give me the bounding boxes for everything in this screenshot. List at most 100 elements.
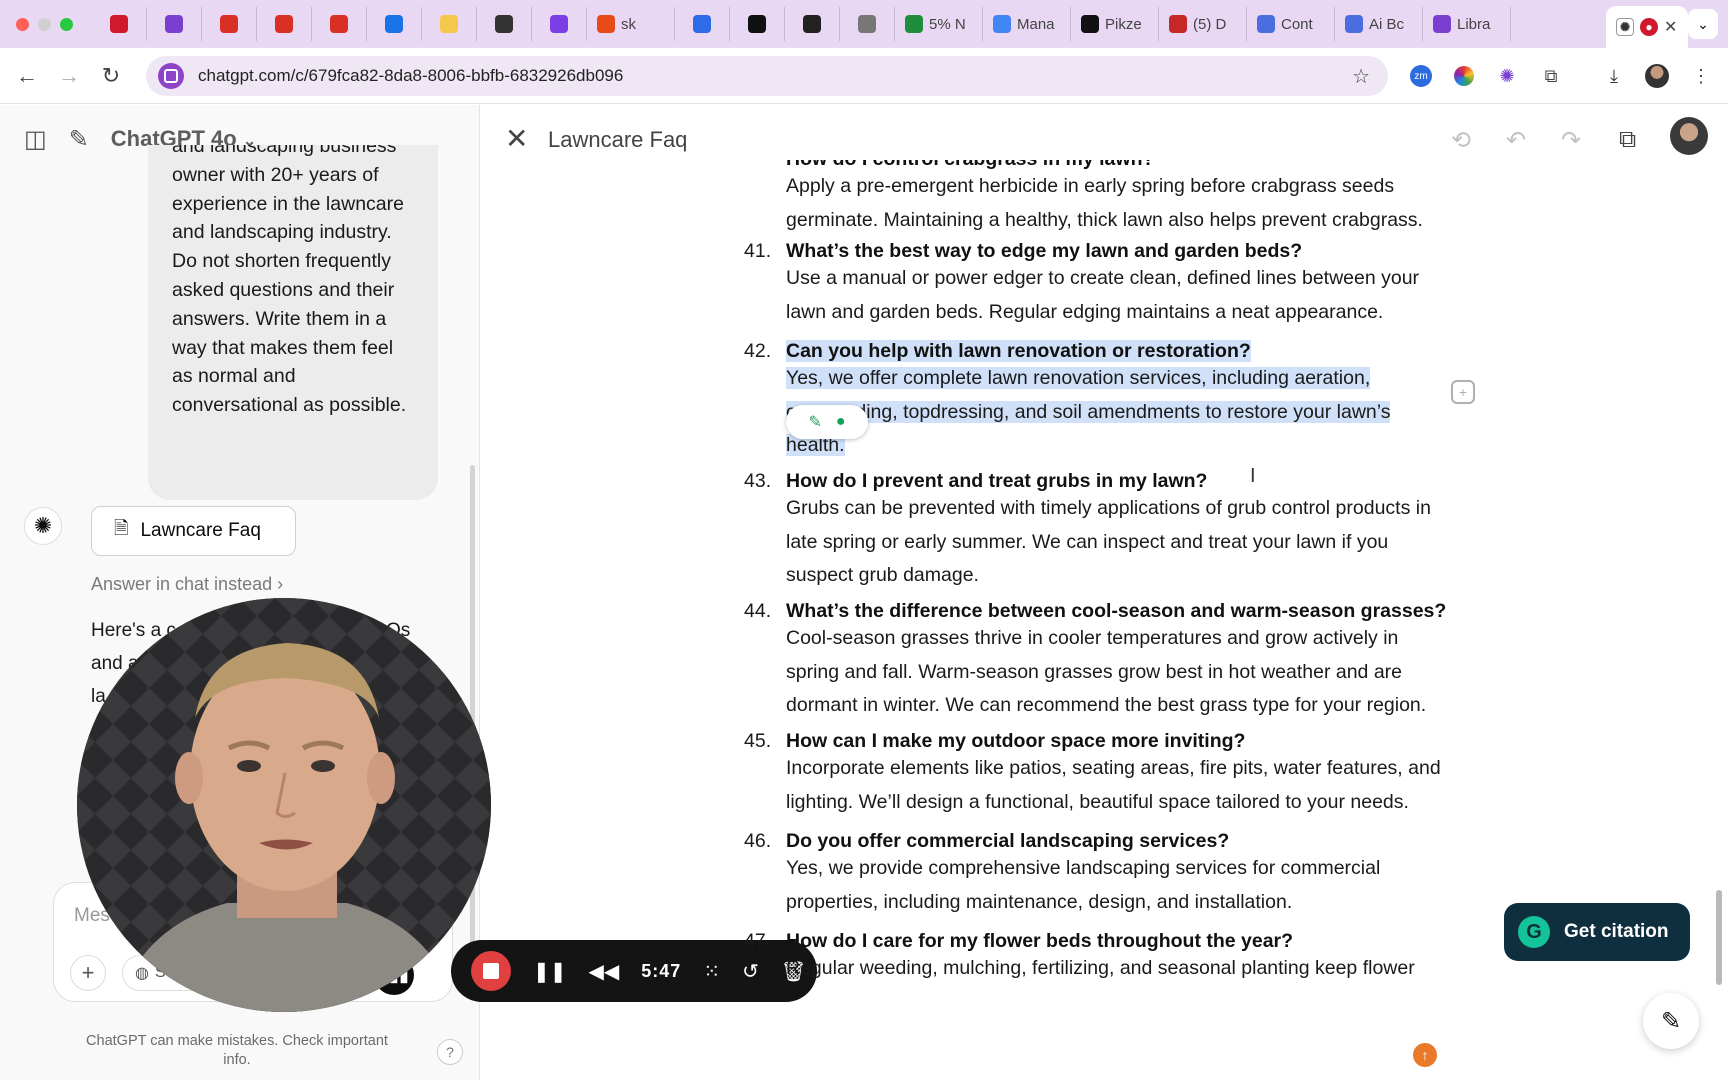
- browser-tab[interactable]: Libra: [1423, 7, 1511, 41]
- browser-tab[interactable]: [675, 7, 730, 41]
- message-line: and landscaping industry.: [172, 221, 392, 244]
- zoom-window-button[interactable]: [60, 17, 73, 31]
- close-window-button[interactable]: [16, 17, 29, 31]
- zoom-extension-icon[interactable]: zm: [1407, 62, 1435, 90]
- s-app-icon: [550, 15, 568, 33]
- active-tab-chatgpt[interactable]: ✺ ● ✕: [1606, 6, 1688, 48]
- gmail-icon: [220, 15, 238, 33]
- get-citation-label: Get citation: [1564, 921, 1669, 942]
- profile-avatar[interactable]: [1643, 62, 1671, 90]
- chevron-down-icon: ⌄: [1697, 15, 1709, 32]
- answer-line-text: Incorporate elements like patios, seatin…: [786, 757, 1441, 779]
- browser-tab[interactable]: [477, 7, 532, 41]
- answer-in-chat-link[interactable]: Answer in chat instead ›: [91, 574, 283, 595]
- tab-title: sk: [621, 15, 636, 33]
- attach-plus-button[interactable]: +: [70, 955, 106, 991]
- new-chat-icon[interactable]: ✎: [69, 125, 89, 154]
- browser-menu-icon[interactable]: ⋮: [1687, 62, 1715, 90]
- answer-line: suspect grub damage.: [786, 559, 1476, 593]
- color-picker-extension-icon[interactable]: [1450, 62, 1478, 90]
- faq-answer: Apply a pre-emergent herbicide in early …: [786, 170, 1476, 237]
- reload-button[interactable]: ↻: [90, 63, 132, 89]
- forward-button[interactable]: →: [48, 63, 90, 89]
- message-line: as normal and: [172, 365, 296, 388]
- browser-tab[interactable]: [840, 7, 895, 41]
- copy-icon: ⧉: [1619, 126, 1637, 153]
- browser-tab[interactable]: (5) D: [1159, 7, 1247, 41]
- faq-question: Can you help with lawn renovation or res…: [786, 340, 1251, 363]
- tab-search-button[interactable]: ⌄: [1688, 9, 1718, 39]
- edit-suggestions-button[interactable]: ✎: [1643, 993, 1699, 1049]
- copy-button[interactable]: ⧉: [1619, 126, 1636, 154]
- browser-tab[interactable]: [312, 7, 367, 41]
- asterisk-icon: [165, 15, 183, 33]
- browser-tab[interactable]: sk: [587, 7, 675, 41]
- lightbulb-icon[interactable]: ●: [836, 413, 846, 431]
- close-tab-icon[interactable]: ✕: [1664, 17, 1677, 37]
- arrow-right-icon: →: [58, 62, 80, 88]
- answer-line: properties, including maintenance, desig…: [786, 886, 1476, 920]
- answer-line: late spring or early summer. We can insp…: [786, 526, 1476, 560]
- google-icon: [993, 15, 1011, 33]
- sidebar-toggle-icon[interactable]: ◫: [24, 125, 47, 154]
- bookmark-star-icon[interactable]: ☆: [1352, 64, 1370, 89]
- download-icon[interactable]: ⤓: [1600, 62, 1628, 90]
- faq-answer: Yes, we offer complete lawn renovation s…: [786, 362, 1476, 463]
- answer-line-text: Use a manual or power edger to create cl…: [786, 267, 1420, 289]
- browser-tab[interactable]: 5% N: [895, 7, 983, 41]
- tab-title: Ai Bc: [1369, 15, 1405, 33]
- faq-question-text: How do I prevent and treat grubs in my l…: [786, 470, 1208, 492]
- user-avatar[interactable]: [1670, 117, 1708, 155]
- browser-tab[interactable]: [147, 7, 202, 41]
- get-citation-button[interactable]: G Get citation: [1504, 903, 1690, 961]
- history-button[interactable]: ⟲: [1451, 126, 1471, 155]
- canvas-card-button[interactable]: 🗎 Lawncare Faq: [91, 506, 296, 556]
- browser-tab[interactable]: [785, 7, 840, 41]
- redo-button[interactable]: ↷: [1561, 126, 1581, 155]
- browser-tab[interactable]: Pikze: [1071, 7, 1159, 41]
- browser-tab[interactable]: Mana: [983, 7, 1071, 41]
- docs-icon: [1257, 15, 1275, 33]
- answer-line: Use a manual or power edger to create cl…: [786, 262, 1476, 296]
- browser-tab[interactable]: Ai Bc: [1335, 7, 1423, 41]
- browser-tab[interactable]: Cont: [1247, 7, 1335, 41]
- history-icon: ⟲: [1451, 127, 1472, 154]
- site-info-icon[interactable]: [158, 63, 184, 89]
- scroll-indicator[interactable]: ↑: [1413, 1043, 1437, 1067]
- undo-button[interactable]: ↶: [1506, 126, 1526, 155]
- browser-tab[interactable]: [730, 7, 785, 41]
- browser-tab[interactable]: [532, 7, 587, 41]
- browser-tab[interactable]: [422, 7, 477, 41]
- extensions-puzzle-icon[interactable]: ⧉: [1537, 62, 1565, 90]
- document-scrollbar[interactable]: [1716, 890, 1722, 985]
- close-canvas-button[interactable]: ✕: [505, 122, 528, 155]
- address-bar[interactable]: chatgpt.com/c/679fca82-8da8-8006-bbfb-68…: [146, 56, 1388, 96]
- minimize-window-button[interactable]: [38, 17, 51, 31]
- tab-title: Pikze: [1105, 15, 1142, 33]
- help-button[interactable]: ?: [437, 1039, 463, 1065]
- back-button[interactable]: ←: [6, 63, 48, 89]
- asterisk-extension-icon[interactable]: ✺: [1493, 62, 1521, 90]
- answer-line-text: suspect grub damage.: [786, 564, 979, 586]
- message-line: way that makes them feel: [172, 336, 394, 359]
- faq-answer: Use a manual or power edger to create cl…: [786, 262, 1476, 329]
- reload-icon: ↻: [101, 62, 121, 88]
- answer-line: spring and fall. Warm-season grasses gro…: [786, 656, 1476, 690]
- browser-tab[interactable]: [367, 7, 422, 41]
- edit-magic-icon[interactable]: ✎: [808, 412, 821, 432]
- answer-line: Yes, we offer complete lawn renovation s…: [786, 362, 1476, 396]
- faq-answer: Grubs can be prevented with timely appli…: [786, 492, 1476, 593]
- answer-line: health.: [786, 429, 1476, 463]
- message-line: asked questions and their: [172, 278, 395, 301]
- tab-title: 5% N: [929, 15, 966, 33]
- notification-icon: [1169, 15, 1187, 33]
- arrow-left-icon: ←: [16, 62, 38, 88]
- s-square-icon: [748, 15, 766, 33]
- browser-tab[interactable]: [202, 7, 257, 41]
- message-line: conversational as possible.: [172, 394, 407, 417]
- url-text[interactable]: chatgpt.com/c/679fca82-8da8-8006-bbfb-68…: [198, 66, 623, 86]
- add-comment-icon[interactable]: +: [1451, 380, 1475, 404]
- browser-tab[interactable]: [92, 7, 147, 41]
- chatgpt-logo-icon: ✺: [24, 507, 62, 545]
- browser-tab[interactable]: [257, 7, 312, 41]
